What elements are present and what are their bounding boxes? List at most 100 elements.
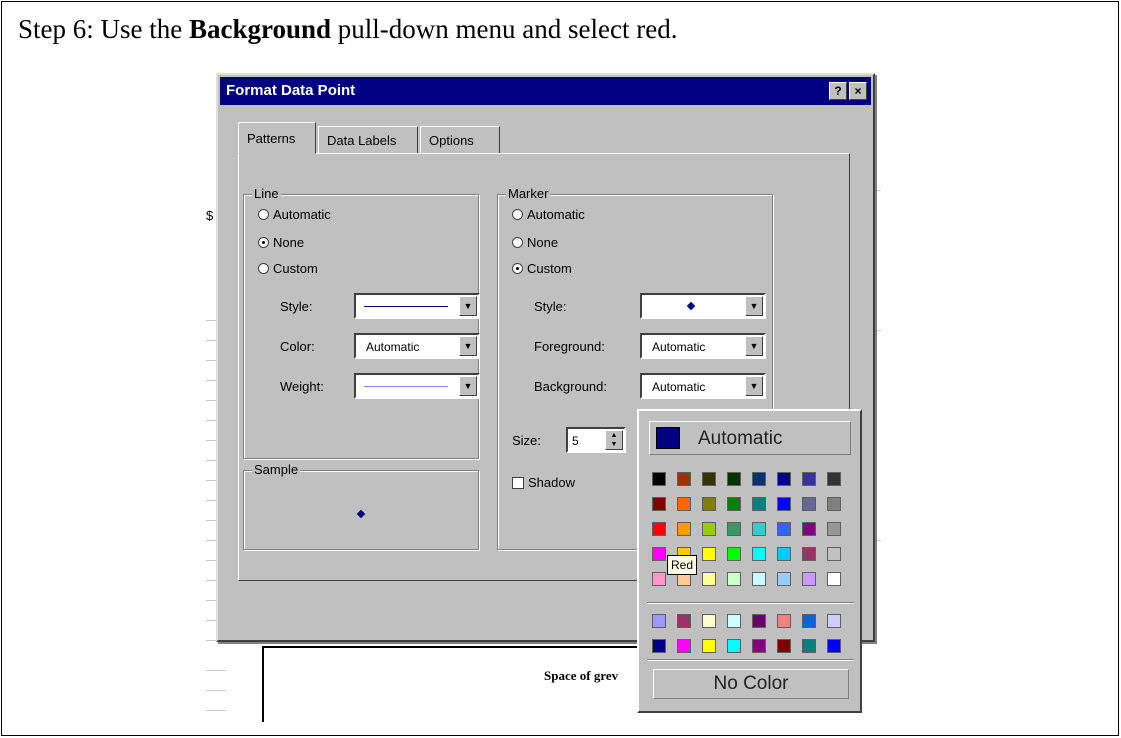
sample-marker-icon [356,509,366,519]
checkbox-box [512,477,524,489]
color-swatch[interactable] [727,497,741,511]
color-swatch[interactable] [827,497,841,511]
automatic-color-button[interactable]: Automatic [649,421,851,455]
color-swatch[interactable] [702,614,716,628]
line-custom-radio[interactable]: Custom [258,261,318,276]
marker-style-dropdown[interactable]: ▼ [640,293,766,319]
marker-foreground-value: Automatic [652,340,706,354]
color-swatch[interactable] [702,497,716,511]
color-swatch[interactable] [827,472,841,486]
marker-group-label: Marker [506,186,551,201]
radio-dot [258,263,269,274]
marker-automatic-radio[interactable]: Automatic [512,207,585,222]
marker-none-radio[interactable]: None [512,235,558,250]
color-swatch[interactable] [752,497,766,511]
color-swatch[interactable] [752,614,766,628]
spinner-arrows-icon[interactable]: ▲ ▼ [605,430,623,450]
chevron-down-icon[interactable]: ▼ [459,296,477,316]
color-swatch[interactable] [677,522,691,536]
color-swatch[interactable] [652,547,666,561]
color-swatch[interactable] [752,472,766,486]
chart-area[interactable]: Space of grev [262,646,702,722]
tab-patterns[interactable]: Patterns [238,122,316,154]
color-swatch[interactable] [802,497,816,511]
chevron-down-icon[interactable]: ▼ [745,336,763,356]
color-swatch[interactable] [802,639,816,653]
color-swatch[interactable] [702,547,716,561]
color-swatch[interactable] [727,522,741,536]
marker-background-value: Automatic [652,380,706,394]
chevron-down-icon[interactable]: ▼ [745,376,763,396]
color-swatch[interactable] [777,572,791,586]
color-swatch[interactable] [652,572,666,586]
color-swatch[interactable] [727,614,741,628]
color-swatch[interactable] [777,639,791,653]
color-swatch[interactable] [827,614,841,628]
marker-background-dropdown[interactable]: Automatic ▼ [640,373,766,399]
line-style-dropdown[interactable]: ▼ [354,293,480,319]
sample-group: Sample [243,462,479,550]
color-swatch[interactable] [702,639,716,653]
shadow-checkbox[interactable]: Shadow [512,475,575,490]
automatic-color-label: Automatic [698,428,783,449]
color-swatch[interactable] [652,639,666,653]
color-swatch[interactable] [752,639,766,653]
color-swatch[interactable] [777,547,791,561]
marker-foreground-dropdown[interactable]: Automatic ▼ [640,333,766,359]
line-automatic-radio[interactable]: Automatic [258,207,331,222]
line-weight-label: Weight: [280,379,324,394]
line-none-radio[interactable]: None [258,235,304,250]
tab-options[interactable]: Options [420,126,500,154]
dialog-titlebar[interactable]: Format Data Point ? × [220,77,871,105]
color-swatch[interactable] [652,472,666,486]
color-swatch[interactable] [677,639,691,653]
color-swatch[interactable] [677,497,691,511]
color-swatch[interactable] [802,614,816,628]
marker-custom-radio[interactable]: Custom [512,261,572,276]
color-swatch[interactable] [777,497,791,511]
color-swatch[interactable] [752,522,766,536]
line-weight-dropdown[interactable]: ▼ [354,373,480,399]
color-swatch[interactable] [702,522,716,536]
color-swatch[interactable] [677,614,691,628]
tab-data-labels[interactable]: Data Labels [318,126,418,154]
color-swatch[interactable] [777,472,791,486]
radio-dot [512,209,523,220]
no-color-button[interactable]: No Color [653,669,849,699]
marker-foreground-label: Foreground: [534,339,605,354]
marker-size-value: 5 [572,434,579,448]
color-swatch[interactable] [677,472,691,486]
color-swatch[interactable] [777,522,791,536]
color-swatch[interactable] [752,547,766,561]
color-swatch[interactable] [727,572,741,586]
color-swatch[interactable] [752,572,766,586]
color-swatch[interactable] [652,497,666,511]
line-color-dropdown[interactable]: Automatic ▼ [354,333,480,359]
color-swatch[interactable] [702,472,716,486]
chevron-down-icon[interactable]: ▼ [459,336,477,356]
color-swatch[interactable] [777,614,791,628]
chevron-down-icon[interactable]: ▼ [745,296,763,316]
step-caption: Step 6: Use the Background pull-down men… [18,14,678,44]
color-swatch[interactable] [652,614,666,628]
marker-style-label: Style: [534,299,567,314]
color-swatch[interactable] [802,522,816,536]
color-swatch[interactable] [702,572,716,586]
color-swatch[interactable] [727,547,741,561]
radio-dot-selected [258,237,269,248]
color-swatch[interactable] [727,639,741,653]
color-swatch[interactable] [827,639,841,653]
color-swatch[interactable] [652,522,666,536]
chevron-down-icon[interactable]: ▼ [459,376,477,396]
color-swatch[interactable] [827,522,841,536]
marker-size-spinner[interactable]: 5 ▲ ▼ [566,427,626,453]
color-swatch[interactable] [802,572,816,586]
color-swatch[interactable] [827,547,841,561]
line-style-preview [364,306,448,307]
color-swatch[interactable] [827,572,841,586]
color-swatch[interactable] [802,547,816,561]
color-swatch[interactable] [802,472,816,486]
color-swatch[interactable] [727,472,741,486]
help-button[interactable]: ? [829,82,847,100]
close-button[interactable]: × [849,82,867,100]
